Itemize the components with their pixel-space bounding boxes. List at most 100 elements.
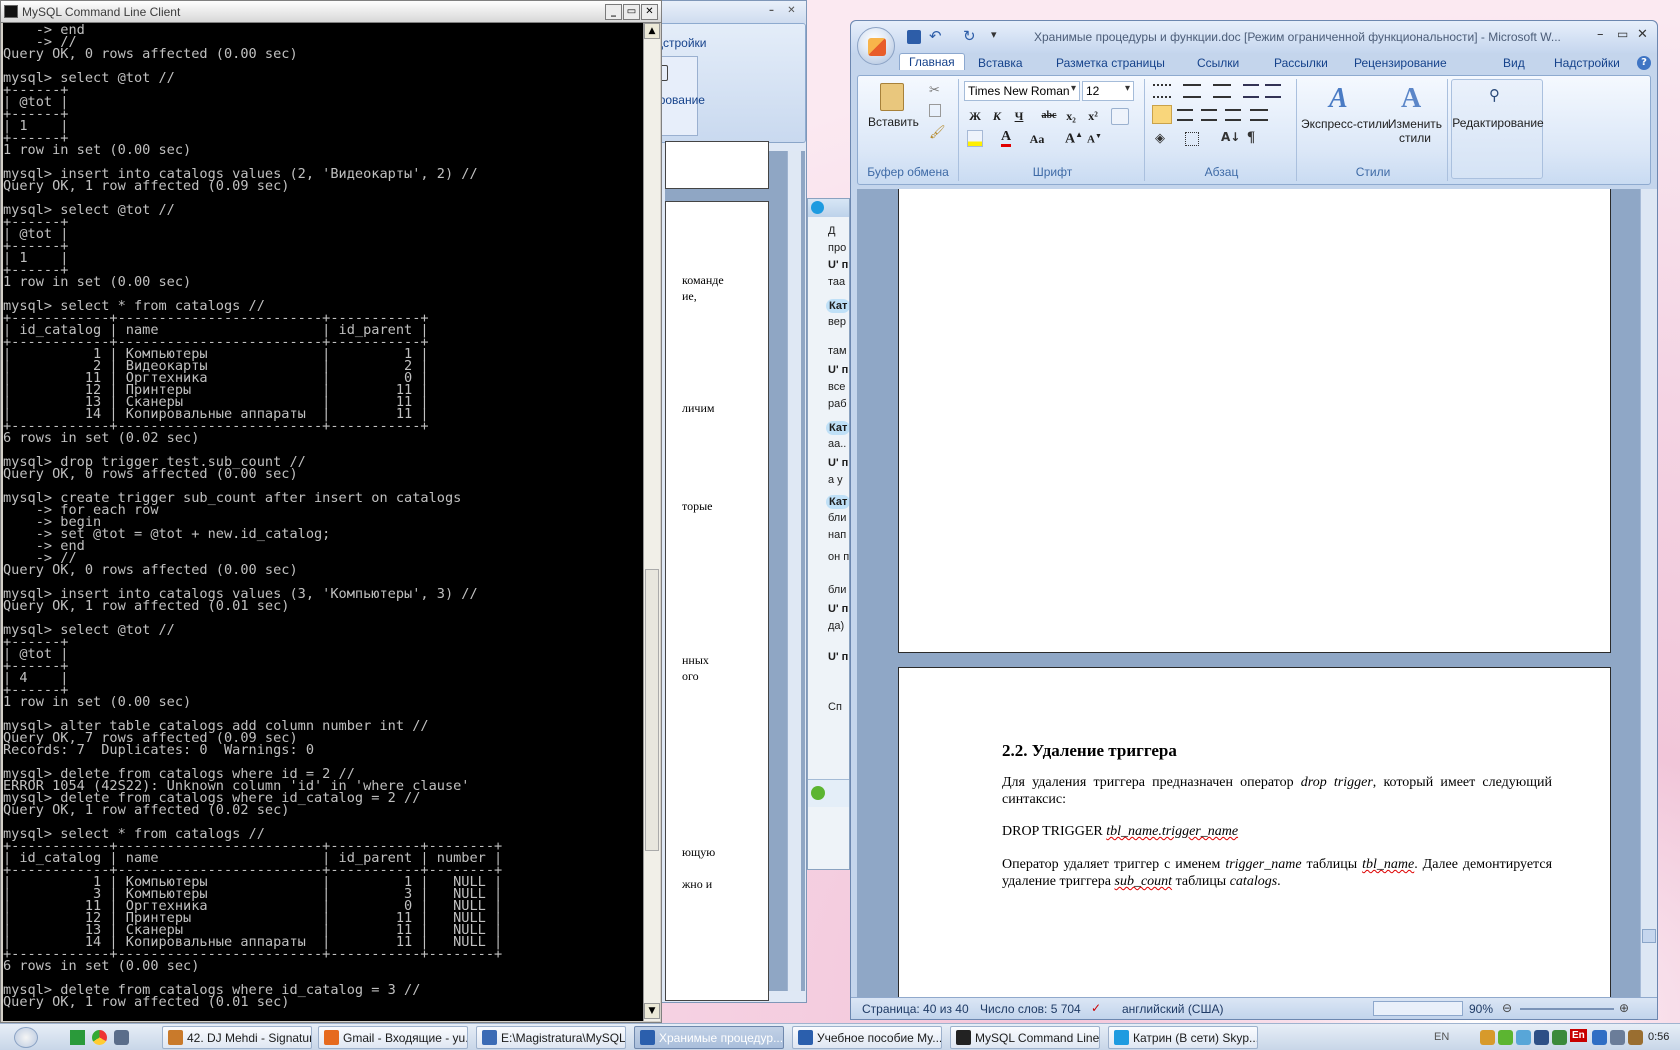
view-buttons[interactable] <box>1373 1001 1463 1016</box>
zoom-in-icon[interactable]: ⊕ <box>1619 1001 1629 1015</box>
minimize-icon[interactable]: – <box>763 4 780 20</box>
tab-home[interactable]: Главная <box>899 53 965 70</box>
font-color-icon[interactable]: A <box>1001 130 1012 147</box>
console-scrollbar[interactable]: ▲ ▼ <box>643 23 660 1021</box>
tab-references[interactable]: Ссылки <box>1197 56 1239 70</box>
bold-button[interactable]: Ж <box>965 106 985 126</box>
customize-toolbar-icon[interactable]: ▾ <box>991 28 997 41</box>
close-icon[interactable]: ✕ <box>783 4 800 20</box>
tab-review[interactable]: Рецензирование <box>1354 56 1447 70</box>
maximize-icon[interactable]: ▭ <box>623 4 640 20</box>
document-scrollbar[interactable] <box>1640 189 1657 1017</box>
scroll-up-icon[interactable]: ▲ <box>644 23 660 39</box>
numbering-icon[interactable] <box>1183 84 1201 98</box>
language-indicator[interactable]: английский (США) <box>1122 1002 1223 1016</box>
tab-view[interactable]: Вид <box>1503 56 1525 70</box>
strikethrough-button[interactable]: abc <box>1039 106 1059 126</box>
shading-icon[interactable]: ◈ <box>1155 131 1165 146</box>
decrease-indent-icon[interactable] <box>1243 84 1259 98</box>
scrollbar[interactable] <box>787 151 801 991</box>
background-word-window[interactable]: – ✕ дстройки ирование команде ие, личим … <box>650 0 807 1003</box>
scroll-thumb[interactable] <box>1642 929 1656 943</box>
word-window[interactable]: ↶ ↻ ▾ Хранимые процедуры и функции.doc [… <box>850 20 1658 1020</box>
tray-icon[interactable] <box>1628 1030 1643 1045</box>
zoom-out-icon[interactable]: ⊖ <box>1502 1001 1512 1015</box>
close-icon[interactable]: ✕ <box>641 4 658 20</box>
start-button[interactable] <box>14 1027 38 1048</box>
tray-icon[interactable] <box>1610 1030 1625 1045</box>
sort-icon[interactable]: A↓ <box>1221 130 1240 144</box>
green-call-icon[interactable] <box>811 786 825 800</box>
language-bar[interactable]: EN <box>1434 1031 1449 1043</box>
ribbon-tab-partial[interactable]: дстройки <box>656 36 707 50</box>
multilevel-list-icon[interactable] <box>1213 84 1231 98</box>
word-titlebar[interactable]: ↶ ↻ ▾ Хранимые процедуры и функции.doc [… <box>851 21 1657 53</box>
borders-icon[interactable] <box>1185 132 1199 146</box>
taskbar-item[interactable]: Катрин (В сети) Skyp... <box>1108 1026 1258 1049</box>
minimize-icon[interactable]: _ <box>605 4 622 20</box>
tray-icon[interactable] <box>1480 1030 1495 1045</box>
console-output[interactable]: -> end -> // Query OK, 0 rows affected (… <box>3 23 643 1021</box>
increase-indent-icon[interactable] <box>1265 84 1281 98</box>
zoom-level[interactable]: 90% <box>1469 1002 1493 1016</box>
proofing-icon[interactable]: ✓ <box>1091 1001 1101 1015</box>
scroll-thumb[interactable] <box>645 569 659 851</box>
taskbar-item[interactable]: E:\Magistratura\MySQL <box>476 1026 626 1049</box>
clear-format-icon[interactable] <box>1111 108 1129 125</box>
zoom-slider[interactable] <box>1520 1008 1614 1010</box>
tray-icon[interactable] <box>1534 1030 1549 1045</box>
underline-button[interactable]: Ч <box>1009 106 1029 126</box>
font-size-select[interactable]: 12 <box>1082 81 1134 101</box>
cut-icon[interactable]: ✂ <box>929 83 940 98</box>
taskbar-item[interactable]: Учебное пособие My... <box>792 1026 942 1049</box>
tray-icon[interactable] <box>1516 1030 1531 1045</box>
tab-mailings[interactable]: Рассылки <box>1274 56 1328 70</box>
help-icon[interactable]: ? <box>1637 56 1651 70</box>
show-marks-icon[interactable]: ¶ <box>1247 129 1255 146</box>
italic-button[interactable]: К <box>987 106 1007 126</box>
grow-font-icon[interactable]: A▲ <box>1065 130 1083 148</box>
skype-call-bar[interactable] <box>808 779 849 807</box>
word-count[interactable]: Число слов: 5 704 <box>980 1002 1081 1016</box>
shrink-font-icon[interactable]: A▼ <box>1087 132 1102 146</box>
align-center-icon[interactable] <box>1177 109 1193 121</box>
highlight-icon[interactable] <box>967 130 983 147</box>
subscript-button[interactable]: x₂ <box>1061 106 1081 126</box>
format-painter-icon[interactable]: 🖌 <box>929 125 946 140</box>
mysql-console-window[interactable]: MySQL Command Line Client _ ▭ ✕ -> end -… <box>0 0 662 1023</box>
minimize-icon[interactable]: – <box>1597 27 1604 42</box>
page-counter[interactable]: Страница: 40 из 40 <box>862 1002 969 1016</box>
tab-insert[interactable]: Вставка <box>978 56 1023 70</box>
justify-icon[interactable] <box>1225 109 1241 121</box>
scroll-down-icon[interactable]: ▼ <box>644 1003 660 1019</box>
tray-icon[interactable] <box>1498 1030 1513 1045</box>
superscript-button[interactable]: x² <box>1083 106 1103 126</box>
taskbar-item[interactable]: Gmail - Входящие - yu... <box>318 1026 468 1049</box>
office-button[interactable] <box>857 27 895 65</box>
copy-icon[interactable] <box>929 104 941 117</box>
tab-page-layout[interactable]: Разметка страницы <box>1056 56 1165 70</box>
quicklaunch-icon[interactable] <box>70 1030 85 1045</box>
align-left-icon[interactable] <box>1152 105 1172 124</box>
quicklaunch-icon[interactable] <box>114 1030 129 1045</box>
taskbar-item[interactable]: Хранимые процедур... <box>634 1026 784 1049</box>
align-right-icon[interactable] <box>1201 109 1217 121</box>
taskbar-item[interactable]: MySQL Command Line ... <box>950 1026 1100 1049</box>
tray-icon[interactable] <box>1592 1030 1607 1045</box>
change-case-button[interactable]: Aa <box>1027 129 1047 149</box>
taskbar-item[interactable]: 42. DJ Mehdi - Signatur... <box>162 1026 312 1049</box>
tray-language-icon[interactable]: En <box>1570 1029 1587 1042</box>
document-area[interactable]: 2.2. Удаление триггера Для удаления триг… <box>857 189 1640 1017</box>
editing-button[interactable]: ⚲ Редактирование <box>1451 79 1544 179</box>
change-styles-button[interactable]: A Изменить стили <box>1385 81 1445 147</box>
background-word-titlebar[interactable]: – ✕ <box>651 1 806 23</box>
redo-icon[interactable]: ↻ <box>963 27 976 45</box>
paste-button[interactable]: Вставить <box>868 81 919 143</box>
chrome-icon[interactable] <box>92 1030 107 1045</box>
tray-icon[interactable] <box>1552 1030 1567 1045</box>
skype-window[interactable]: Дпро U' п таа Кат вер там U' п все раб Кат аа.. U' … <box>807 198 850 870</box>
tab-addins[interactable]: Надстройки <box>1554 56 1620 70</box>
document-page-current[interactable]: 2.2. Удаление триггера Для удаления триг… <box>898 667 1611 1017</box>
clock[interactable]: 0:56 <box>1648 1031 1669 1043</box>
line-spacing-icon[interactable] <box>1250 109 1268 121</box>
